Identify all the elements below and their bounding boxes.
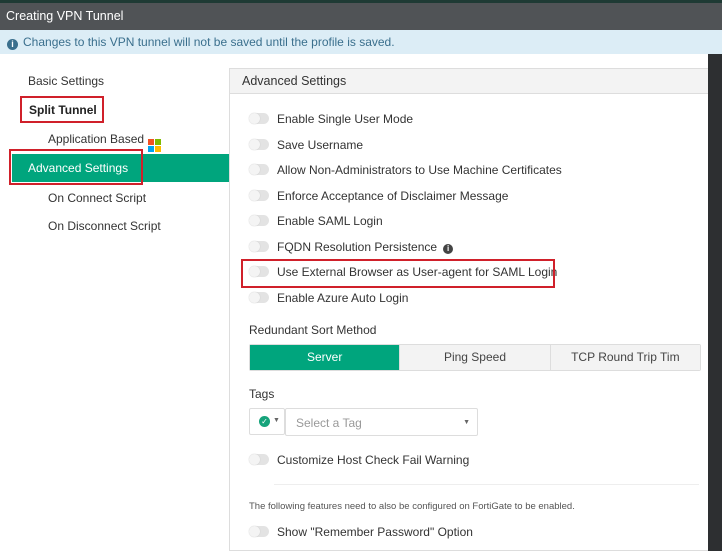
toggle-single-user-mode[interactable]: Enable Single User Mode	[249, 111, 413, 127]
toggle-switch[interactable]	[249, 139, 269, 150]
info-banner: i Changes to this VPN tunnel will not be …	[0, 30, 722, 54]
toggle-switch[interactable]	[249, 292, 269, 303]
fortigate-note: The following features need to also be c…	[249, 501, 575, 512]
highlight-box	[9, 149, 143, 185]
tag-select[interactable]: Select a Tag ▼	[285, 408, 478, 436]
toggle-label: Allow Non-Administrators to Use Machine …	[277, 163, 562, 177]
sort-method-label: Redundant Sort Method	[249, 323, 377, 337]
nav-on-connect-script[interactable]: On Connect Script	[48, 191, 146, 205]
nav-basic-settings[interactable]: Basic Settings	[28, 74, 104, 88]
toggle-azure-auto-login[interactable]: Enable Azure Auto Login	[249, 290, 408, 306]
toggle-label: Save Username	[277, 138, 364, 152]
toggle-non-admin-certs[interactable]: Allow Non-Administrators to Use Machine …	[249, 162, 562, 178]
toggle-customize-host-check[interactable]: Customize Host Check Fail Warning	[249, 452, 469, 468]
caret-down-icon: ▼	[273, 417, 280, 424]
toggle-switch[interactable]	[249, 454, 269, 465]
highlight-box	[20, 96, 104, 123]
nav-application-based-label: Application Based	[48, 132, 145, 146]
info-icon[interactable]: i	[443, 244, 454, 254]
panel-header: Advanced Settings	[230, 69, 708, 94]
toggle-switch[interactable]	[249, 526, 269, 537]
divider	[274, 484, 699, 485]
toggle-label: Customize Host Check Fail Warning	[277, 453, 470, 467]
toggle-switch[interactable]	[249, 164, 269, 175]
toggle-label: FQDN Resolution Persistence	[277, 240, 438, 254]
info-text: Changes to this VPN tunnel will not be s…	[23, 35, 395, 49]
nav-on-disconnect-script[interactable]: On Disconnect Script	[48, 219, 161, 233]
toggle-label: Show "Remember Password" Option	[277, 525, 473, 539]
windows-icon	[148, 139, 162, 152]
toggle-switch[interactable]	[249, 113, 269, 124]
caret-down-icon: ▼	[463, 419, 470, 426]
toggle-label: Enable SAML Login	[277, 214, 383, 228]
toggle-switch[interactable]	[249, 215, 269, 226]
toggle-disclaimer[interactable]: Enforce Acceptance of Disclaimer Message	[249, 188, 508, 204]
toggle-label: Enforce Acceptance of Disclaimer Message	[277, 189, 509, 203]
check-circle-icon: ✓	[259, 416, 270, 427]
toggle-switch[interactable]	[249, 241, 269, 252]
toggle-label: Enable Single User Mode	[277, 112, 414, 126]
dialog-title: Creating VPN Tunnel	[0, 3, 722, 30]
toggle-label: Enable Azure Auto Login	[277, 291, 409, 305]
sort-method-selector: Server Ping Speed TCP Round Trip Tim	[249, 344, 701, 371]
window-edge	[708, 54, 722, 551]
sort-option-server[interactable]: Server	[250, 345, 400, 370]
tag-placeholder: Select a Tag	[296, 416, 362, 430]
info-icon: i	[7, 39, 18, 50]
tags-label: Tags	[249, 387, 275, 401]
toggle-remember-password[interactable]: Show "Remember Password" Option	[249, 524, 473, 540]
toggle-save-username[interactable]: Save Username	[249, 137, 363, 153]
tag-color-dropdown[interactable]: ✓ ▼	[249, 408, 285, 435]
sort-option-tcp-round-trip[interactable]: TCP Round Trip Tim	[549, 345, 700, 370]
toggle-fqdn-persistence[interactable]: FQDN Resolution Persistence i	[249, 239, 454, 255]
sort-option-ping-speed[interactable]: Ping Speed	[399, 345, 550, 370]
highlight-box	[241, 259, 555, 288]
toggle-saml-login[interactable]: Enable SAML Login	[249, 213, 383, 229]
toggle-switch[interactable]	[249, 190, 269, 201]
